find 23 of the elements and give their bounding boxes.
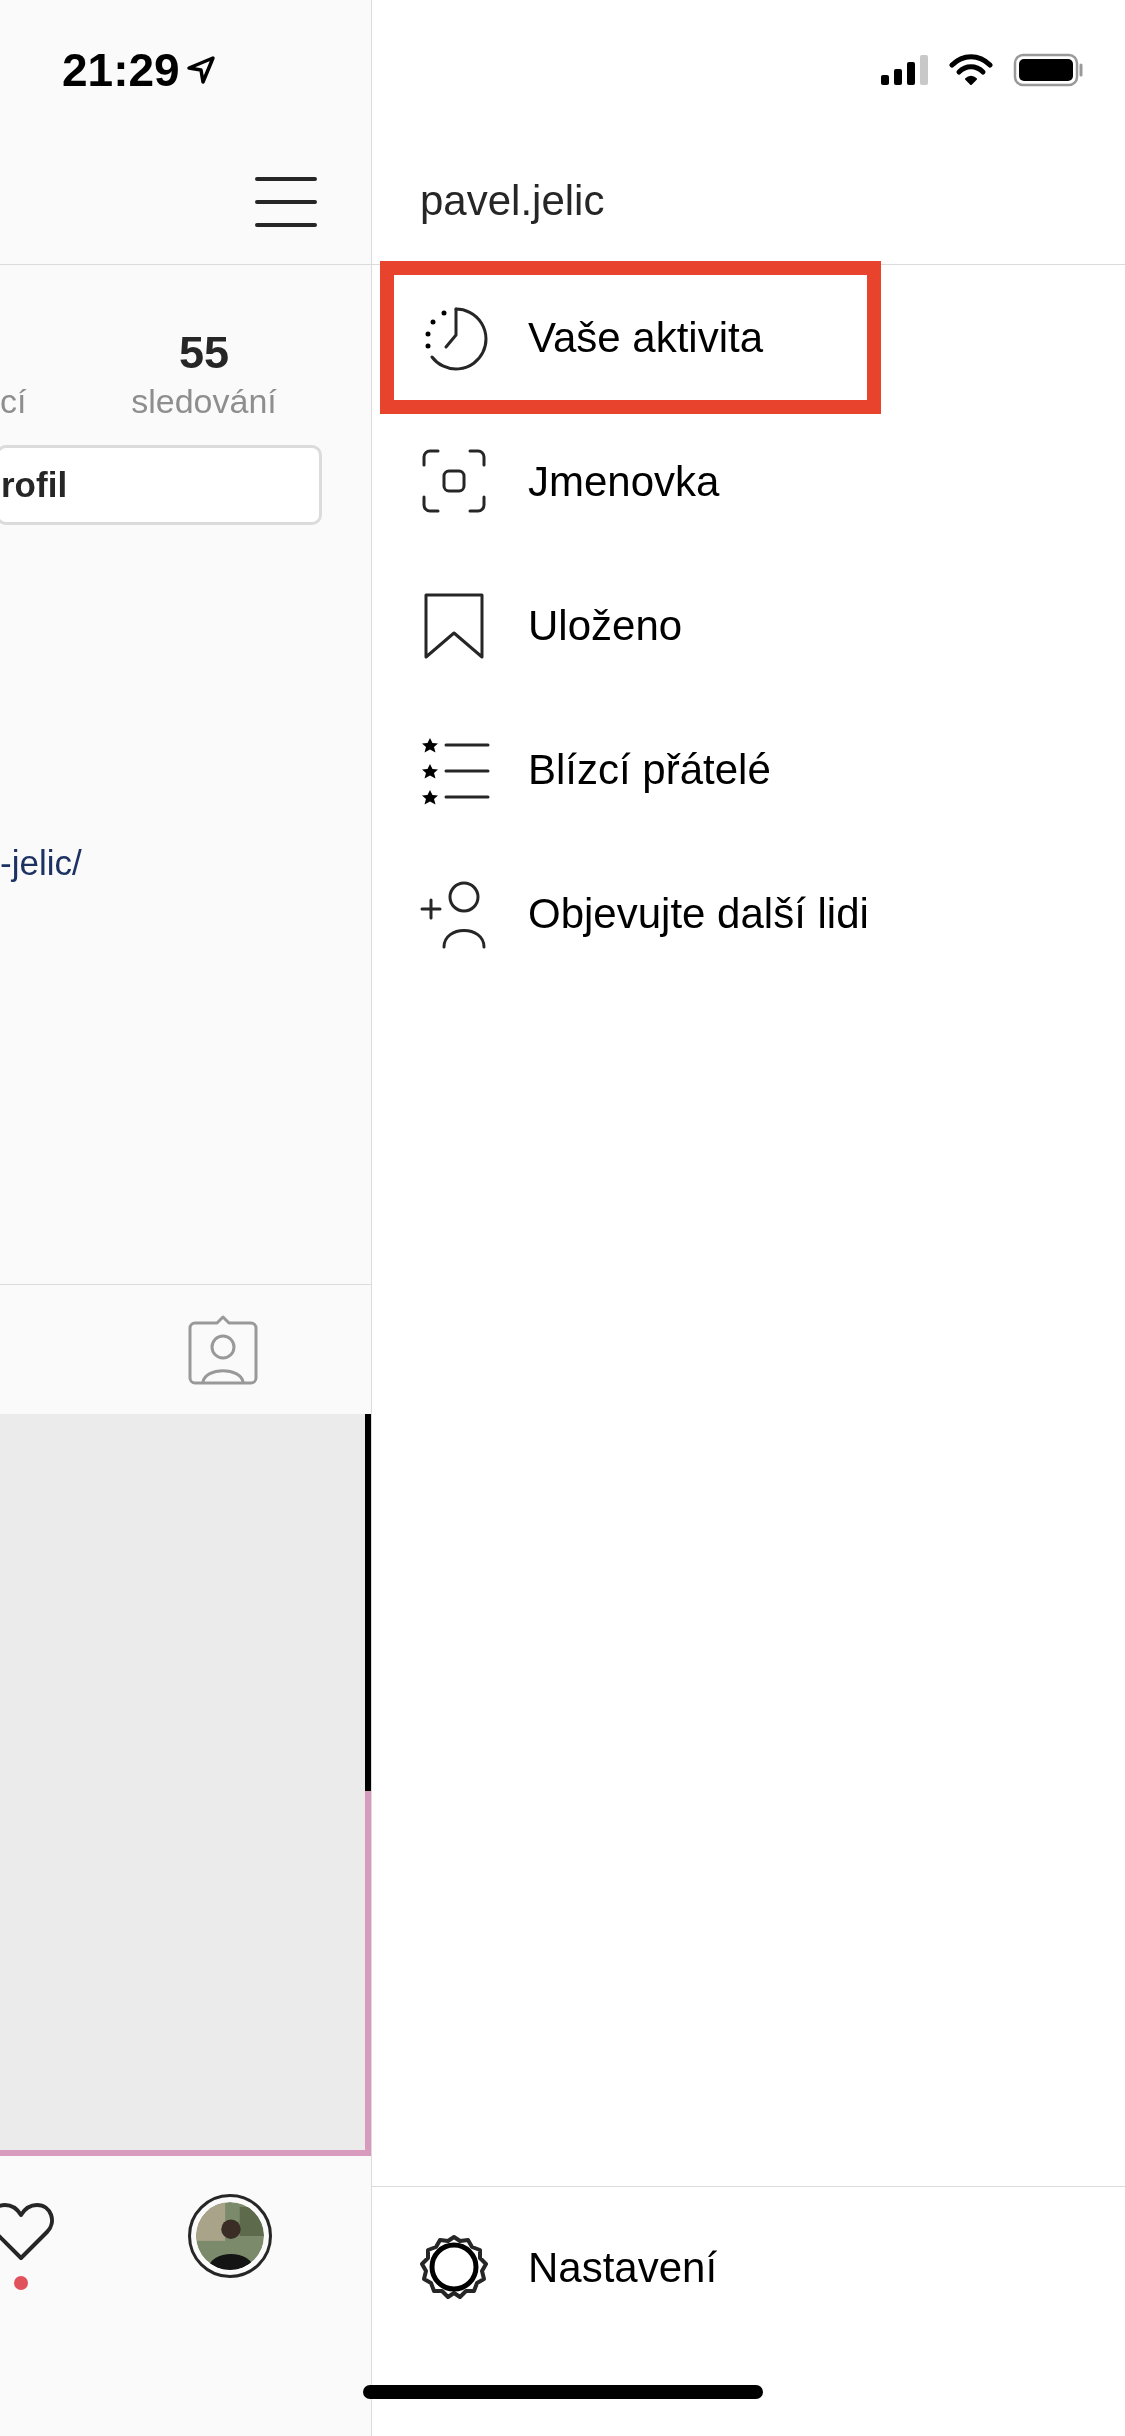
menu-item[interactable]: Blízcí přátelé bbox=[372, 697, 771, 841]
signal-icon bbox=[881, 55, 929, 85]
menu-item[interactable]: Vaše aktivita bbox=[372, 265, 763, 409]
post-tile[interactable] bbox=[0, 1791, 371, 2156]
post-tile[interactable] bbox=[0, 1414, 371, 1791]
battery-icon bbox=[1013, 53, 1085, 87]
menu-item[interactable]: Uloženo bbox=[372, 553, 683, 697]
profile-link[interactable]: -jelic/ bbox=[0, 843, 82, 882]
status-time: 21:29 bbox=[62, 42, 180, 98]
profile-avatar[interactable] bbox=[188, 2194, 272, 2278]
edit-profile-button[interactable]: rofil bbox=[0, 445, 322, 525]
stat-count: 55 bbox=[178, 327, 230, 379]
wifi-icon bbox=[949, 54, 993, 86]
menu-item[interactable]: Objevujte další lidi bbox=[372, 841, 869, 985]
stat-label: cí bbox=[0, 381, 27, 422]
stat-label: sledování bbox=[131, 381, 277, 422]
menu-item[interactable]: Nastavení bbox=[372, 2187, 718, 2347]
menu-item[interactable]: Jmenovka bbox=[372, 409, 720, 553]
heart-icon[interactable] bbox=[0, 2202, 55, 2262]
location-arrow-icon bbox=[185, 55, 216, 85]
tagged-person-icon[interactable] bbox=[187, 1314, 259, 1385]
username-title: pavel.jelic bbox=[420, 175, 605, 226]
menu-icon[interactable] bbox=[255, 176, 317, 228]
